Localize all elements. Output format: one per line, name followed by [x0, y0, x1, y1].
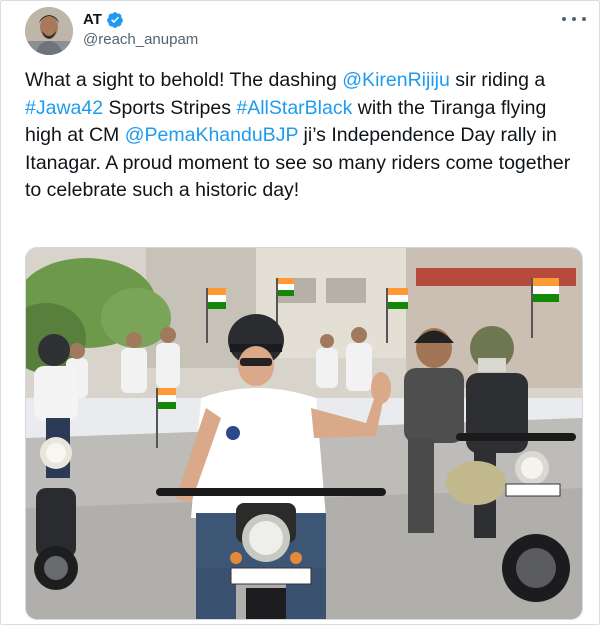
rally-photo: [26, 248, 582, 619]
tweet-photo[interactable]: [25, 247, 583, 620]
hashtag-allstarblack-link[interactable]: #AllStarBlack: [236, 97, 352, 119]
more-options-icon[interactable]: [562, 11, 586, 27]
tweet-text-segment: What a sight to behold! The dashing: [25, 69, 343, 91]
tweet-text-segment: sir riding a: [449, 69, 546, 91]
tweet-text-segment: Sports Stripes: [103, 96, 237, 119]
tweet-text: What a sight to behold! The dashing @Kir…: [25, 67, 585, 205]
tweet-card: AT @reach_anupam What a sight to behold!…: [0, 0, 600, 625]
hashtag-jawa42-link[interactable]: #Jawa42: [25, 97, 103, 119]
avatar[interactable]: [25, 7, 73, 55]
author-name-row: AT: [83, 11, 124, 29]
mention-kirenrijiju-link[interactable]: @KirenRijiju: [342, 69, 450, 91]
author-handle[interactable]: @reach_anupam: [83, 31, 198, 49]
more-dot: [582, 17, 586, 21]
verified-badge-icon: [106, 11, 124, 29]
author-display-name[interactable]: AT: [83, 11, 102, 29]
more-dot: [562, 17, 566, 21]
mention-pemakhandubjp-link[interactable]: @PemaKhanduBJP: [125, 124, 298, 146]
more-dot: [572, 17, 576, 21]
avatar-image: [25, 7, 73, 55]
